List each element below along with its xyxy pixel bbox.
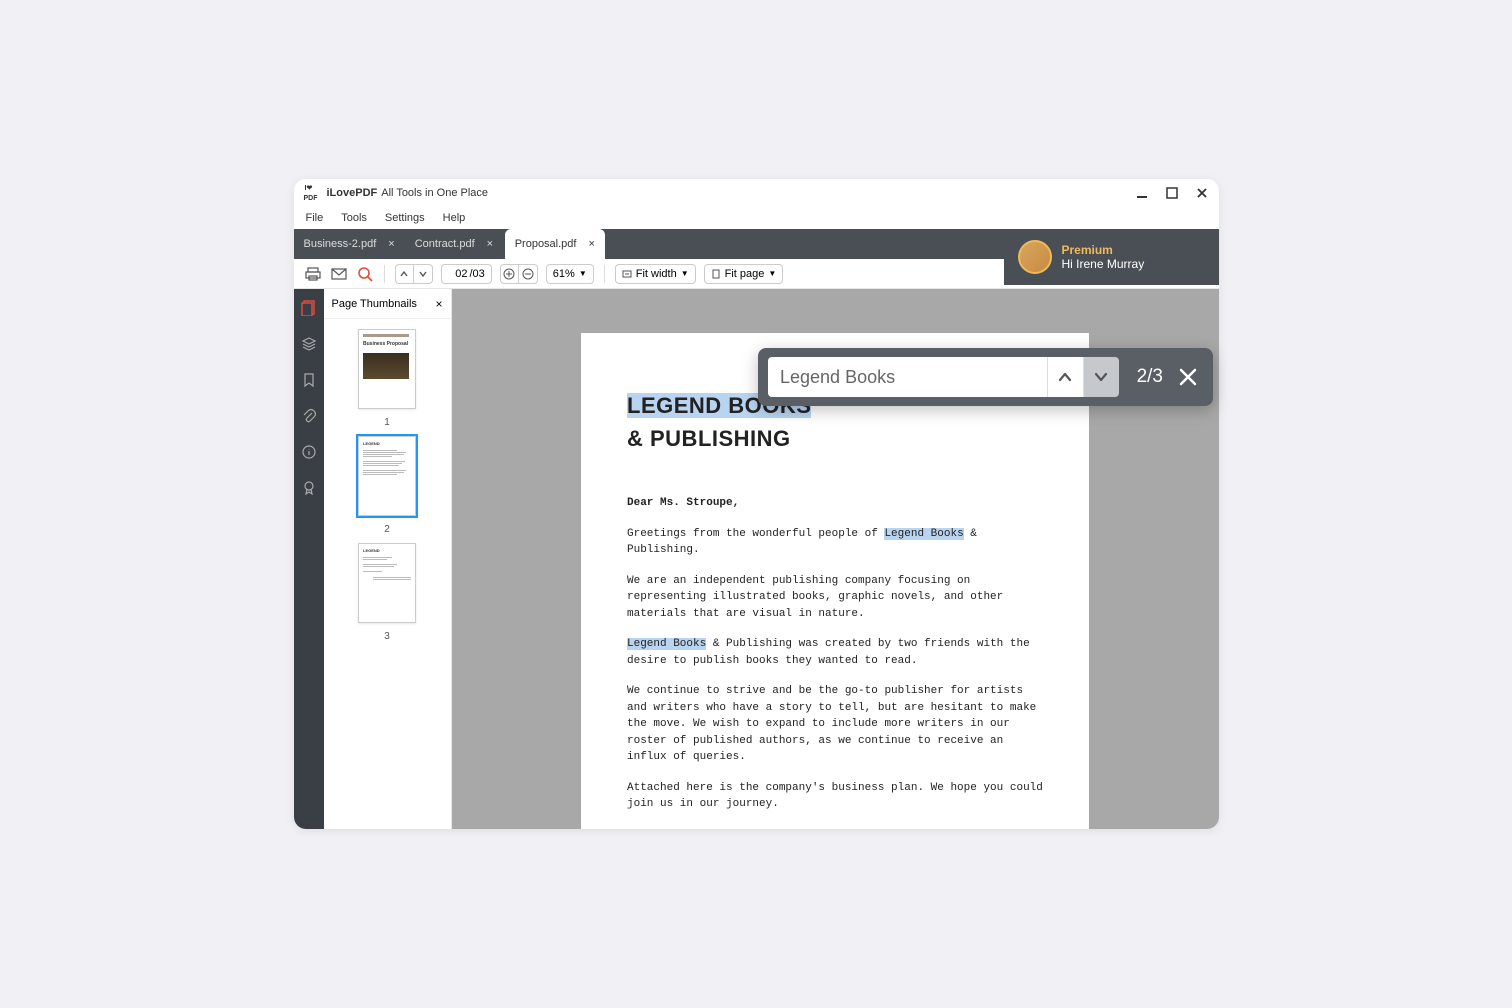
zoom-controls — [500, 264, 538, 284]
document-page: LEGEND BOOKS & PUBLISHING Dear Ms. Strou… — [581, 333, 1089, 829]
caret-down-icon: ▼ — [681, 269, 689, 278]
tab-label: Business-2.pdf — [304, 238, 377, 250]
bookmark-icon[interactable] — [300, 371, 318, 389]
thumbnail-page-3[interactable]: LEGEND — [358, 543, 416, 623]
menu-file[interactable]: File — [306, 212, 324, 224]
fit-width-label: Fit width — [636, 268, 677, 280]
tab-close-icon[interactable]: × — [588, 238, 594, 250]
doc-paragraph: Attached here is the company's business … — [627, 780, 1043, 813]
toolbar-divider — [384, 265, 385, 283]
caret-down-icon: ▼ — [768, 269, 776, 278]
find-close-button[interactable] — [1177, 366, 1199, 388]
fit-page-icon — [711, 269, 721, 279]
caret-down-icon: ▼ — [579, 269, 587, 278]
minimize-button[interactable] — [1135, 186, 1149, 200]
zoom-dropdown[interactable]: 61% ▼ — [546, 264, 594, 284]
app-window: iLovePDFAll Tools in One Place File Tool… — [294, 179, 1219, 829]
zoom-out-button[interactable] — [519, 265, 537, 283]
layers-icon[interactable] — [300, 335, 318, 353]
app-title: iLovePDFAll Tools in One Place — [327, 187, 489, 199]
doc-paragraph: We continue to strive and be the go-to p… — [627, 683, 1043, 766]
search-icon[interactable] — [356, 265, 374, 283]
heading-line2: & PUBLISHING — [627, 426, 791, 451]
tab-proposal[interactable]: Proposal.pdf × — [505, 229, 605, 259]
close-window-button[interactable] — [1195, 186, 1209, 200]
fit-width-dropdown[interactable]: Fit width ▼ — [615, 264, 696, 284]
attachment-icon[interactable] — [300, 407, 318, 425]
user-text: Premium Hi Irene Murray — [1062, 243, 1145, 271]
doc-salutation: Dear Ms. Stroupe, — [627, 495, 1043, 512]
find-count: 2/3 — [1137, 366, 1163, 388]
thumbnail-page-2[interactable]: LEGEND — [358, 436, 416, 516]
window-controls — [1135, 186, 1209, 200]
tab-close-icon[interactable]: × — [388, 238, 394, 250]
page-down-button[interactable] — [414, 265, 432, 283]
zoom-value: 61% — [553, 268, 575, 280]
tab-contract[interactable]: Contract.pdf × — [405, 229, 505, 259]
menu-settings[interactable]: Settings — [385, 212, 425, 224]
tab-label: Contract.pdf — [415, 238, 475, 250]
app-tagline: All Tools in One Place — [381, 187, 488, 199]
thumbnail-list: Business Proposal 1 LEGEND 2 L — [324, 319, 451, 829]
thumbnail-page-1[interactable]: Business Proposal — [358, 329, 416, 409]
fit-page-dropdown[interactable]: Fit page ▼ — [704, 264, 784, 284]
toolbar-divider — [604, 265, 605, 283]
page-nav — [395, 264, 433, 284]
app-logo — [304, 185, 322, 201]
thumbnail-header: Page Thumbnails × — [324, 289, 451, 319]
highlighted-match: Legend Books — [884, 528, 963, 540]
page-input[interactable] — [448, 268, 468, 280]
tab-close-icon[interactable]: × — [487, 238, 493, 250]
menubar: File Tools Settings Help — [294, 207, 1219, 229]
thumb-num: 3 — [384, 631, 390, 642]
thumbnail-panel: Page Thumbnails × Business Proposal 1 LE… — [324, 289, 452, 829]
signature-icon[interactable] — [300, 479, 318, 497]
greeting-label: Hi Irene Murray — [1062, 257, 1145, 271]
menu-tools[interactable]: Tools — [341, 212, 367, 224]
tab-business[interactable]: Business-2.pdf × — [294, 229, 405, 259]
thumbnails-icon[interactable] — [300, 299, 318, 317]
find-bar: 2/3 — [758, 348, 1213, 406]
side-rail — [294, 289, 324, 829]
mail-icon[interactable] — [330, 265, 348, 283]
menu-help[interactable]: Help — [443, 212, 466, 224]
avatar[interactable] — [1018, 240, 1052, 274]
info-icon[interactable] — [300, 443, 318, 461]
doc-paragraph: Greetings from the wonderful people of L… — [627, 526, 1043, 559]
page-up-button[interactable] — [396, 265, 414, 283]
print-icon[interactable] — [304, 265, 322, 283]
find-prev-button[interactable] — [1047, 357, 1083, 397]
tab-label: Proposal.pdf — [515, 238, 577, 250]
fit-width-icon — [622, 269, 632, 279]
doc-paragraph: Legend Books & Publishing was created by… — [627, 636, 1043, 669]
plan-label: Premium — [1062, 243, 1145, 257]
zoom-in-button[interactable] — [501, 265, 519, 283]
find-next-button[interactable] — [1083, 357, 1119, 397]
app-name: iLovePDF — [327, 187, 378, 199]
thumb-num: 2 — [384, 524, 390, 535]
fit-page-label: Fit page — [725, 268, 765, 280]
find-input[interactable] — [768, 357, 1047, 397]
user-panel: Premium Hi Irene Murray — [1004, 229, 1219, 285]
titlebar: iLovePDFAll Tools in One Place — [294, 179, 1219, 207]
doc-paragraph: We are an independent publishing company… — [627, 573, 1043, 623]
thumb-num: 1 — [384, 417, 390, 428]
page-indicator: /03 — [441, 264, 492, 284]
thumbnail-title: Page Thumbnails — [332, 298, 417, 310]
page-total: /03 — [470, 268, 485, 280]
panel-close-icon[interactable]: × — [435, 297, 442, 311]
highlighted-match: Legend Books — [627, 638, 706, 650]
maximize-button[interactable] — [1165, 186, 1179, 200]
